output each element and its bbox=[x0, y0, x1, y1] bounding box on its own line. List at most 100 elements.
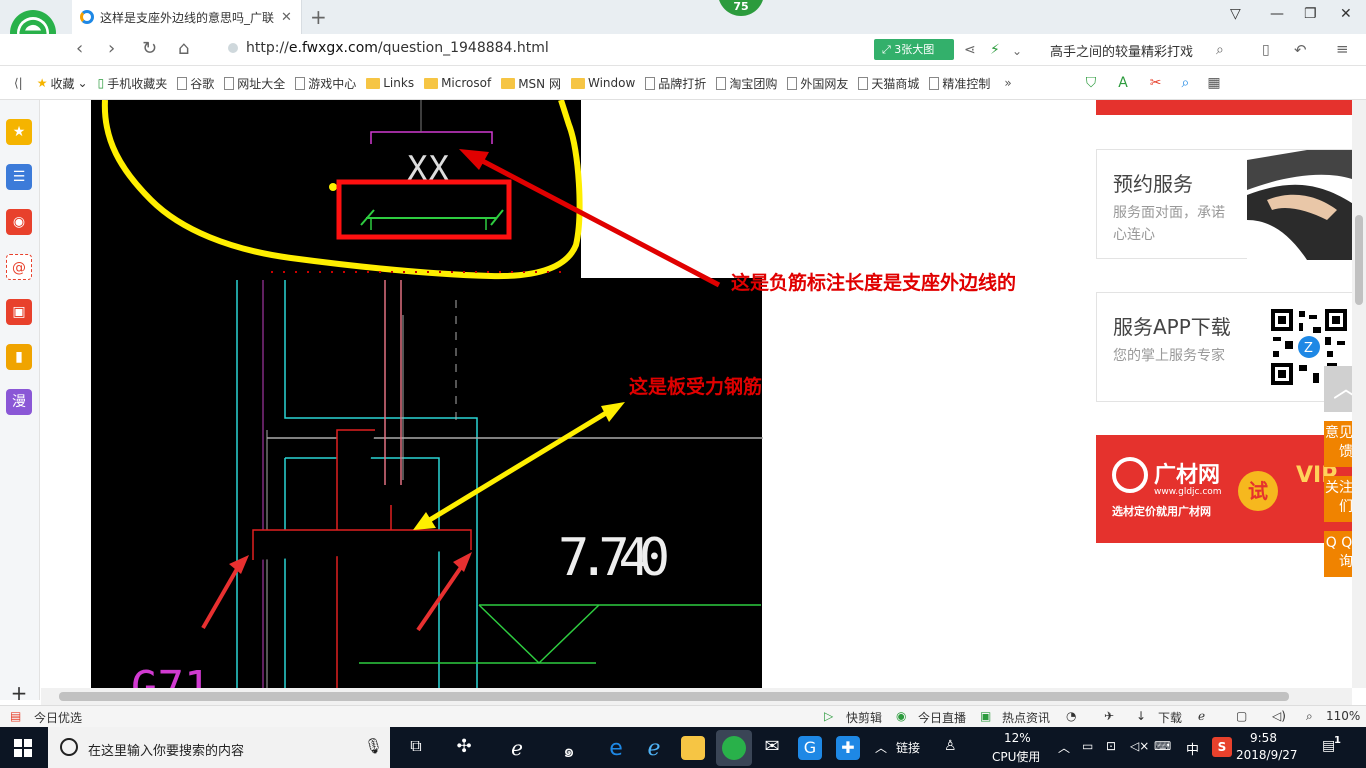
pinwheel-app-icon[interactable]: ✣ bbox=[452, 736, 476, 760]
volume-icon[interactable]: ◁× bbox=[1130, 739, 1149, 753]
battery-icon[interactable]: ▭ bbox=[1082, 739, 1093, 753]
bookmark-item[interactable]: 品牌打折 bbox=[645, 75, 706, 92]
share-icon[interactable]: ⋖ bbox=[964, 42, 976, 58]
microphone-icon[interactable]: 🎙 bbox=[364, 737, 383, 755]
comic-icon[interactable]: 漫 bbox=[6, 389, 32, 415]
download-link[interactable]: 下载 bbox=[1158, 709, 1182, 726]
pin-icon[interactable]: ✈ bbox=[1104, 709, 1114, 723]
maximize-button[interactable]: ❐ bbox=[1304, 6, 1317, 22]
translate-icon[interactable]: A bbox=[1118, 75, 1128, 91]
back-icon[interactable]: ‹ bbox=[76, 38, 83, 59]
minimize-button[interactable]: — bbox=[1270, 6, 1284, 22]
task-view-icon[interactable]: ⧉ bbox=[404, 736, 428, 760]
sidebar-toggle-icon[interactable]: ⟨| bbox=[14, 76, 23, 90]
zoom-level[interactable]: 110% bbox=[1326, 709, 1360, 723]
vertical-scroll-thumb[interactable] bbox=[1355, 215, 1363, 305]
bookmark-item[interactable]: 天猫商城 bbox=[858, 75, 919, 92]
ie-icon[interactable]: ℯ bbox=[642, 736, 666, 761]
back-to-top-button[interactable]: ︿ bbox=[1324, 366, 1352, 412]
user-icon[interactable]: ♙ bbox=[944, 738, 957, 754]
close-tab-icon[interactable]: ✕ bbox=[281, 10, 292, 25]
refresh-icon[interactable]: ↻ bbox=[142, 38, 157, 59]
chevron-down-icon[interactable]: ⌄ bbox=[1012, 44, 1022, 58]
bookmark-item[interactable]: ▯ 手机收藏夹 bbox=[98, 75, 168, 92]
tray-chevron-icon[interactable]: ︿ bbox=[875, 739, 887, 756]
skin-icon[interactable]: ▽ bbox=[1230, 6, 1241, 22]
apps-icon[interactable]: ▦ bbox=[1207, 75, 1220, 91]
link-label[interactable]: 链接 bbox=[896, 739, 920, 756]
shield-icon[interactable]: ⛉ bbox=[1086, 75, 1097, 91]
scissors-icon[interactable]: ✂ bbox=[1150, 75, 1162, 91]
app-spiral-icon[interactable]: ๑ bbox=[557, 736, 581, 762]
network-icon[interactable]: ⊡ bbox=[1106, 739, 1116, 753]
bookmark-item[interactable]: MSN 网 bbox=[501, 75, 561, 92]
hot-news-link[interactable]: 热点资讯 bbox=[1002, 709, 1050, 726]
favorites-icon[interactable]: ★ bbox=[6, 119, 32, 145]
mail-icon[interactable]: @ bbox=[6, 254, 32, 280]
edge-legacy-icon[interactable]: ℯ bbox=[505, 736, 529, 760]
bookmark-item[interactable]: Links bbox=[366, 76, 414, 90]
windows-start-icon[interactable] bbox=[14, 739, 32, 757]
bookmark-item[interactable]: 精准控制 bbox=[929, 75, 990, 92]
volume-icon[interactable]: ◁) bbox=[1272, 709, 1286, 723]
news-icon[interactable]: ☰ bbox=[6, 164, 32, 190]
bookmark-item[interactable]: Microsof bbox=[424, 76, 491, 90]
kuaijianji-link[interactable]: 快剪辑 bbox=[846, 709, 882, 726]
big-image-button[interactable]: ⤢ 3张大图 bbox=[874, 39, 954, 60]
game-icon[interactable]: ▣ bbox=[6, 299, 32, 325]
keyboard-icon[interactable]: ⌨ bbox=[1154, 739, 1171, 753]
download-icon[interactable]: ↓ bbox=[1136, 709, 1146, 723]
gldjc-ad-banner[interactable]: 广材网 www.gldjc.com 选材定价就用广材网 试 VIP bbox=[1096, 435, 1352, 543]
bookmark-item[interactable]: 网址大全 bbox=[224, 75, 285, 92]
feedback-button[interactable]: 意见反馈 bbox=[1324, 421, 1352, 467]
appointment-card[interactable]: 预约服务 服务面对面，承诺心连心 bbox=[1096, 149, 1352, 260]
add-icon[interactable]: + bbox=[6, 680, 32, 706]
bookmark-item[interactable]: 外国网友 bbox=[787, 75, 848, 92]
clock-time[interactable]: 9:58 bbox=[1250, 731, 1277, 745]
undo-icon[interactable]: ↶ bbox=[1294, 41, 1307, 59]
browser-taskbar-button[interactable] bbox=[716, 730, 752, 766]
file-explorer-icon[interactable] bbox=[681, 736, 705, 760]
bookmark-item[interactable]: ★ 收藏 ⌄ bbox=[37, 75, 88, 92]
mail-app-icon[interactable]: ✉ bbox=[760, 736, 784, 760]
speed-icon[interactable]: ◔ bbox=[1066, 709, 1076, 723]
qq-consult-button[interactable]: Q Q咨询 bbox=[1324, 531, 1352, 577]
url-field[interactable]: http://e.fwxgx.com/question_1948884.html bbox=[246, 40, 549, 56]
magnifier-icon[interactable]: ⌕ bbox=[1182, 75, 1190, 91]
horizontal-scrollbar[interactable] bbox=[41, 688, 1352, 705]
ime-indicator[interactable]: 中 bbox=[1186, 739, 1199, 758]
taskbar-search-box[interactable]: 在这里输入你要搜索的内容 🎙 bbox=[48, 727, 390, 768]
vertical-scrollbar[interactable] bbox=[1352, 100, 1366, 688]
clock-date[interactable]: 2018/9/27 bbox=[1236, 748, 1298, 762]
weibo-icon[interactable]: ◉ bbox=[6, 209, 32, 235]
horizontal-scroll-thumb[interactable] bbox=[59, 692, 1289, 701]
zoom-icon[interactable]: ⌕ bbox=[1306, 709, 1313, 724]
bookmark-item[interactable]: 淘宝团购 bbox=[716, 75, 777, 92]
top-ad-strip[interactable] bbox=[1096, 100, 1352, 115]
security-icon[interactable] bbox=[228, 43, 238, 53]
home-icon[interactable]: ⌂ bbox=[178, 38, 189, 59]
bookmark-item[interactable]: Window bbox=[570, 76, 635, 90]
show-hidden-icon[interactable]: ︿ bbox=[1058, 739, 1070, 756]
window-icon[interactable]: ▢ bbox=[1236, 709, 1247, 723]
app-plus-icon[interactable]: ✚ bbox=[836, 736, 860, 760]
sogou-ime-icon[interactable]: S bbox=[1212, 737, 1232, 757]
more-bookmarks-icon[interactable]: » bbox=[1004, 76, 1011, 90]
edge-icon[interactable]: e bbox=[604, 736, 628, 761]
follow-us-button[interactable]: 关注我们 bbox=[1324, 476, 1352, 522]
lightning-icon[interactable]: ⚡ bbox=[990, 42, 1000, 58]
live-link[interactable]: 今日直播 bbox=[918, 709, 966, 726]
today-picks-link[interactable]: 今日优选 bbox=[34, 709, 82, 726]
menu-icon[interactable]: ≡ bbox=[1336, 40, 1349, 58]
search-icon[interactable]: ⌕ bbox=[1216, 42, 1224, 58]
mobile-icon[interactable]: ▯ bbox=[1262, 42, 1270, 58]
novel-icon[interactable]: ▮ bbox=[6, 344, 32, 370]
promo-search-text[interactable]: 高手之间的较量精彩打戏 bbox=[1050, 41, 1193, 60]
browser-tab[interactable]: 这样是支座外边线的意思吗_广联 ✕ bbox=[72, 0, 302, 34]
app-g-icon[interactable]: G bbox=[798, 736, 822, 760]
bookmark-item[interactable]: 游戏中心 bbox=[295, 75, 356, 92]
forward-icon[interactable]: › bbox=[108, 38, 115, 59]
close-window-button[interactable]: ✕ bbox=[1340, 6, 1352, 22]
ie-mode-icon[interactable]: ℯ bbox=[1198, 709, 1205, 723]
bookmark-item[interactable]: 谷歌 bbox=[177, 75, 214, 92]
